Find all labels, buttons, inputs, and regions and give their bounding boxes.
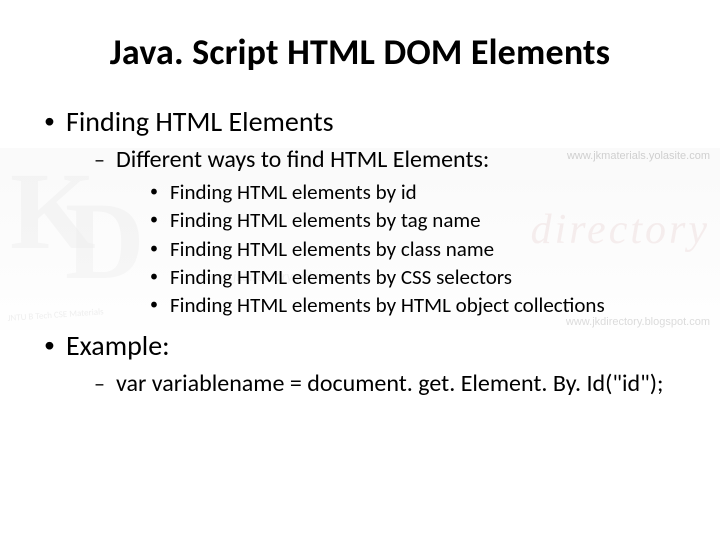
slide-title: Java. Script HTML DOM Elements — [40, 30, 680, 74]
sub-bullet-ways-label: Different ways to find HTML Elements: — [116, 145, 489, 174]
way-by-tag: Finding HTML elements by tag name — [150, 206, 680, 234]
bullet-finding-label: Finding HTML Elements — [66, 104, 334, 139]
sub-list-example: var variablename = document. get. Elemen… — [66, 369, 680, 398]
sub-bullet-code: var variablename = document. get. Elemen… — [94, 369, 680, 398]
way-by-id: Finding HTML elements by id — [150, 178, 680, 206]
bullet-example-label: Example: — [66, 328, 170, 363]
sub-bullet-ways: Different ways to find HTML Elements: Fi… — [94, 145, 680, 320]
way-by-css: Finding HTML elements by CSS selectors — [150, 263, 680, 291]
sub-bullet-code-text: var variablename = document. get. Elemen… — [116, 369, 663, 398]
sub-list-finding: Different ways to find HTML Elements: Fi… — [66, 145, 680, 320]
way-by-collections: Finding HTML elements by HTML object col… — [150, 291, 680, 319]
slide: www.jkmaterials.yolasite.com K D directo… — [0, 0, 720, 540]
bullet-list: Finding HTML Elements Different ways to … — [40, 104, 680, 398]
bullet-example: Example: var variablename = document. ge… — [44, 328, 680, 398]
ways-list: Finding HTML elements by id Finding HTML… — [116, 178, 680, 320]
slide-content: Java. Script HTML DOM Elements Finding H… — [0, 0, 720, 398]
bullet-finding: Finding HTML Elements Different ways to … — [44, 104, 680, 320]
way-by-class: Finding HTML elements by class name — [150, 235, 680, 263]
